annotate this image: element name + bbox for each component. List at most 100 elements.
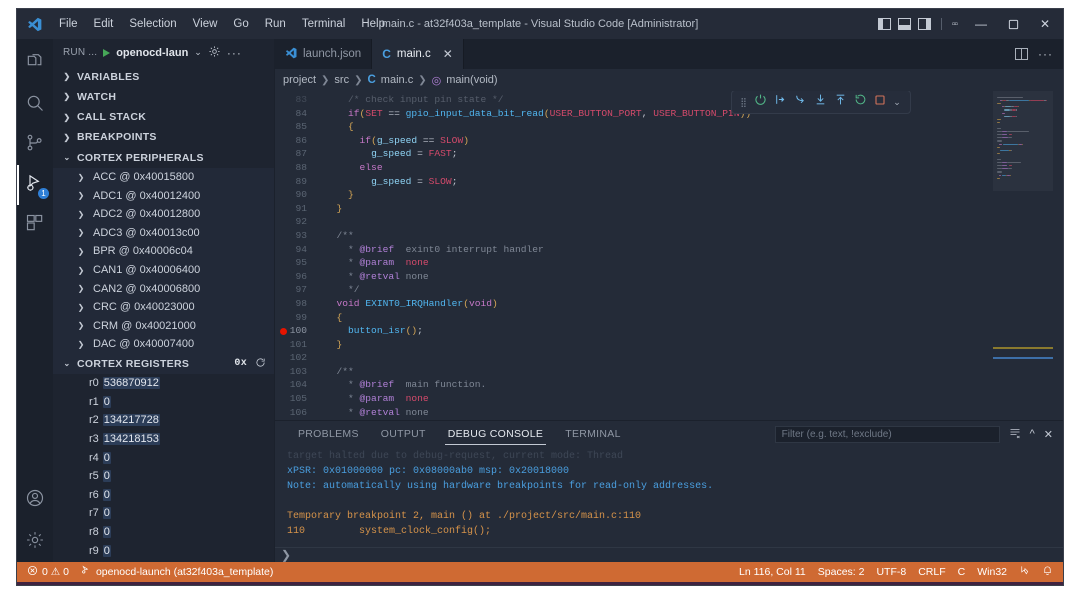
menu-file[interactable]: File [51,15,86,33]
chevron-down-icon[interactable]: ⌄ [890,97,904,108]
code-line[interactable]: 87 g_speed = FAST; [275,147,993,161]
menu-go[interactable]: Go [225,15,256,33]
status-language-mode[interactable]: C [952,562,972,582]
breadcrumb-file[interactable]: main.c [381,74,413,86]
status-debug-session[interactable]: openocd-launch (at32f403a_template) [75,562,279,582]
peripheral-row[interactable]: ❯ DAC @ 0x40007400 [53,335,274,354]
breadcrumb-symbol[interactable]: main(void) [446,74,497,86]
window-controls[interactable]: ▫▫ — ✕ [877,10,1061,38]
clear-icon[interactable] [1009,427,1021,442]
panel-tab-terminal[interactable]: TERMINAL [554,421,632,447]
step-out-up-icon[interactable] [830,93,850,111]
code-line[interactable]: 85 { [275,120,993,134]
close-icon[interactable]: ✕ [1044,428,1053,441]
start-debugging-icon[interactable] [103,48,111,57]
tab-main-c[interactable]: C main.c ✕ [372,39,464,69]
code-line[interactable]: 97 */ [275,283,993,297]
debug-toolbar[interactable]: ⣿ ⌄ [731,91,911,114]
status-platform[interactable]: Win32 [971,562,1013,582]
code-line[interactable]: 90 } [275,188,993,202]
toggle-panel-icon[interactable] [897,18,911,30]
toggle-secondary-sidebar-icon[interactable] [917,18,931,30]
peripheral-row[interactable]: ❯ ADC2 @ 0x40012800 [53,205,274,224]
peripheral-row[interactable]: ❯ CRC @ 0x40023000 [53,298,274,317]
panel-tab-output[interactable]: OUTPUT [370,421,437,447]
debug-console-output[interactable]: target halted due to debug-request, curr… [275,447,1063,545]
peripheral-row[interactable]: ❯ BPR @ 0x40006c04 [53,242,274,261]
breadcrumb-src[interactable]: src [334,74,349,86]
code-line[interactable]: 94 * @brief exint0 interrupt handler [275,243,993,257]
close-button[interactable]: ✕ [1029,10,1061,38]
code-line[interactable]: 102 [275,351,993,365]
code-line[interactable]: 89 g_speed = SLOW; [275,175,993,189]
status-cursor-position[interactable]: Ln 116, Col 11 [733,562,812,582]
debug-console-input[interactable]: ❯ [275,548,1063,562]
code-line[interactable]: 106 * @retval none [275,406,993,420]
peripheral-row[interactable]: ❯ ACC @ 0x40015800 [53,168,274,187]
step-into-icon[interactable] [790,93,810,111]
code-content[interactable]: 83 /* check input pin state */ 84 if(SET … [275,91,993,420]
status-eol[interactable]: CRLF [912,562,951,582]
open-launch-json-icon[interactable] [208,45,221,61]
code-line[interactable]: 88 else [275,161,993,175]
step-over-icon[interactable] [770,93,790,111]
activity-extensions[interactable] [17,205,53,245]
status-indentation[interactable]: Spaces: 2 [812,562,871,582]
peripheral-row[interactable]: ❯ CAN1 @ 0x40006400 [53,261,274,280]
peripheral-row[interactable]: ❯ CAN2 @ 0x40006800 [53,279,274,298]
minimap-slider[interactable] [993,91,1053,191]
toggle-primary-sidebar-icon[interactable] [877,18,891,30]
section-cortex-peripherals[interactable]: ⌄ CORTEX PERIPHERALS [53,148,274,168]
code-line[interactable]: 104 * @brief main function. [275,378,993,392]
breadcrumb-project[interactable]: project [283,74,316,86]
code-line[interactable]: 93 /** [275,229,993,243]
panel-tab-debug-console[interactable]: DEBUG CONSOLE [437,421,555,447]
status-encoding[interactable]: UTF-8 [870,562,912,582]
filter-input[interactable]: Filter (e.g. text, !exclude) [774,425,1000,443]
menu-terminal[interactable]: Terminal [294,15,353,33]
split-editor-icon[interactable] [1015,48,1028,60]
chevron-up-icon[interactable]: ^ [1030,428,1035,440]
code-line[interactable]: 96 * @retval none [275,270,993,284]
menu-selection[interactable]: Selection [121,15,184,33]
grip-icon[interactable]: ⣿ [736,97,750,107]
status-feedback[interactable] [1013,562,1036,582]
code-line[interactable]: 91 } [275,202,993,216]
register-row[interactable]: r4 0 [53,448,274,467]
minimize-button[interactable]: — [965,10,997,38]
code-line[interactable]: 105 * @param none [275,392,993,406]
peripheral-row[interactable]: ❯ ADC3 @ 0x40013c00 [53,224,274,243]
continue-icon[interactable] [750,93,770,111]
code-line[interactable]: 107 */ [275,419,993,420]
section-cortex-registers[interactable]: ⌄ CORTEX REGISTERS 0x [53,353,274,374]
register-row[interactable]: r0 536870912 [53,374,274,393]
register-row[interactable]: r9 0 [53,541,274,560]
code-line[interactable]: 100 button_isr(); [275,324,993,338]
close-icon[interactable]: ✕ [443,47,453,61]
register-row[interactable]: r6 0 [53,486,274,505]
activity-accounts[interactable] [17,482,53,522]
activity-search[interactable] [17,85,53,125]
sidebar-more-actions[interactable]: ··· [227,46,242,60]
register-row[interactable]: r2 134217728 [53,411,274,430]
section-breakpoints[interactable]: ❯ BREAKPOINTS [53,127,274,147]
menu-edit[interactable]: Edit [86,15,122,33]
tab-launch-json[interactable]: launch.json [275,39,373,69]
status-problems[interactable]: 0 ⚠ 0 [21,562,75,582]
maximize-restore-button[interactable] [997,10,1029,38]
peripheral-row[interactable]: ❯ CRM @ 0x40021000 [53,317,274,336]
panel-tab-problems[interactable]: PROBLEMS [287,421,370,447]
status-notifications[interactable] [1036,562,1059,582]
editor-more-actions[interactable]: ··· [1038,47,1053,61]
chevron-down-icon[interactable]: ⌄ [194,47,202,58]
activity-settings[interactable] [17,522,53,562]
code-line[interactable]: 95 * @param none [275,256,993,270]
minimap[interactable] [993,91,1053,420]
editor-scrollbar[interactable] [1053,91,1063,420]
register-row[interactable]: r8 0 [53,523,274,542]
breakpoint-icon[interactable] [280,328,287,336]
peripheral-row[interactable]: ❯ ADC1 @ 0x40012400 [53,186,274,205]
code-line[interactable]: 103 /** [275,365,993,379]
code-line[interactable]: 98 void EXINT0_IRQHandler(void) [275,297,993,311]
menu-run[interactable]: Run [257,15,294,33]
